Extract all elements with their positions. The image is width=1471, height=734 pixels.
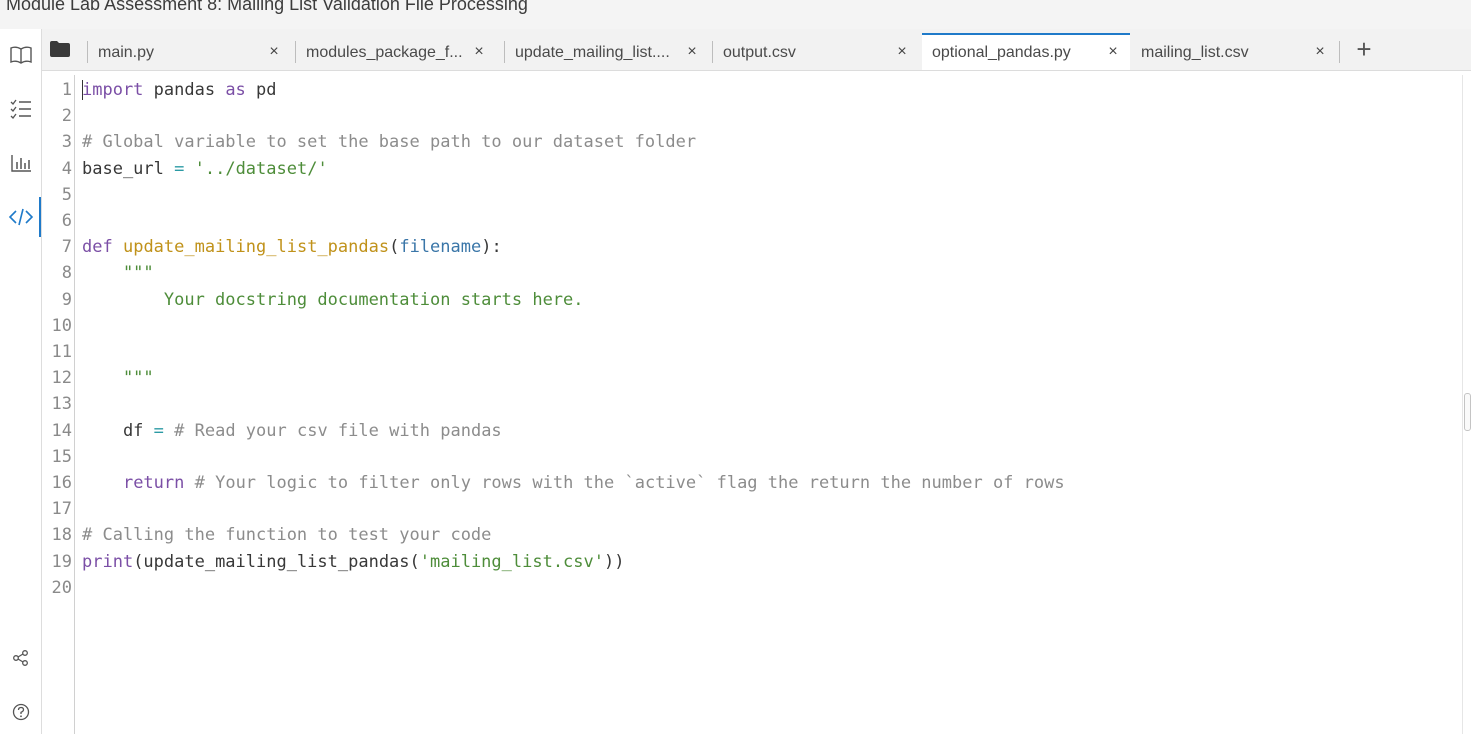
line-number: 9 bbox=[61, 289, 72, 310]
close-icon[interactable]: × bbox=[893, 43, 911, 61]
tab-label: mailing_list.csv bbox=[1141, 44, 1249, 61]
tab-label: output.csv bbox=[723, 44, 796, 61]
line-number: 13 bbox=[51, 394, 72, 415]
close-icon[interactable]: × bbox=[683, 43, 701, 61]
tab-label: modules_package_f... bbox=[306, 44, 463, 61]
tab-update-mailing-list[interactable]: update_mailing_list.... × bbox=[505, 35, 709, 71]
share-icon[interactable] bbox=[0, 640, 42, 676]
code-token: # Global variable to set the base path t… bbox=[82, 132, 697, 153]
code-line[interactable]: """ bbox=[82, 260, 154, 286]
tab-optional-pandas-py[interactable]: optional_pandas.py × bbox=[922, 33, 1130, 70]
tab-mailing-list-csv[interactable]: mailing_list.csv × bbox=[1131, 35, 1337, 71]
close-icon[interactable]: × bbox=[1311, 43, 1329, 61]
code-token: pandas bbox=[143, 80, 226, 100]
tab-label: update_mailing_list.... bbox=[515, 44, 670, 61]
line-number: 2 bbox=[61, 106, 72, 127]
checklist-icon[interactable] bbox=[0, 91, 42, 127]
line-number: 6 bbox=[61, 211, 72, 231]
code-line[interactable]: """ bbox=[82, 365, 154, 391]
tab-label: main.py bbox=[98, 44, 155, 61]
line-number: 15 bbox=[51, 446, 72, 467]
code-line[interactable]: # Global variable to set the base path t… bbox=[82, 129, 696, 155]
code-line[interactable]: Your docstring documentation starts here… bbox=[82, 287, 584, 313]
code-token: base_url bbox=[82, 158, 175, 179]
code-token: as bbox=[225, 80, 246, 100]
left-rail bbox=[0, 29, 42, 734]
code-token: = bbox=[174, 158, 185, 179]
close-icon[interactable]: × bbox=[265, 43, 283, 61]
code-editor[interactable]: 1 2 3 4 5 6 7 8 9 10 11 12 13 14 15 16 17 18 19 20 import p… bbox=[42, 75, 1462, 734]
line-number: 20 bbox=[51, 577, 72, 598]
code-token: return bbox=[122, 473, 185, 493]
close-icon[interactable]: × bbox=[470, 43, 488, 61]
window-title: Module Lab Assessment 8: Mailing List Va… bbox=[6, 0, 528, 14]
tab-separator bbox=[1339, 41, 1340, 63]
add-tab-button[interactable]: + bbox=[1351, 34, 1377, 64]
line-number: 17 bbox=[51, 499, 72, 520]
code-token: Your docstring documentation starts here… bbox=[82, 289, 584, 310]
line-number: 14 bbox=[51, 420, 72, 441]
code-token: update_mailing_list_pandas bbox=[122, 237, 390, 258]
line-number: 12 bbox=[51, 368, 72, 389]
code-line[interactable]: import pandas as pd bbox=[82, 77, 277, 103]
code-token: import bbox=[82, 80, 144, 100]
code-line[interactable]: base_url = '../dataset/' bbox=[82, 156, 328, 182]
line-number: 11 bbox=[51, 342, 72, 362]
line-number: 3 bbox=[61, 132, 72, 153]
code-token: def bbox=[82, 237, 113, 258]
tab-main-py[interactable]: main.py × bbox=[88, 35, 291, 71]
code-token: '../dataset/' bbox=[194, 158, 328, 179]
help-icon[interactable] bbox=[0, 694, 42, 730]
code-line[interactable]: print(update_mailing_list_pandas('mailin… bbox=[82, 549, 624, 575]
code-token: ( bbox=[389, 237, 400, 258]
code-token: # Read your csv file with pandas bbox=[174, 420, 502, 441]
tab-modules-package[interactable]: modules_package_f... × bbox=[296, 35, 496, 71]
line-number: 1 bbox=[61, 80, 72, 100]
code-token: # Calling the function to test your code bbox=[82, 525, 492, 546]
scrollbar-handle[interactable] bbox=[1464, 393, 1471, 431]
bar-chart-icon[interactable] bbox=[0, 145, 42, 181]
code-token: # Your logic to filter only rows with th… bbox=[194, 473, 1065, 493]
code-token: """ bbox=[82, 368, 154, 389]
close-icon[interactable]: × bbox=[1104, 43, 1122, 61]
code-line[interactable]: return # Your logic to filter only rows … bbox=[82, 470, 1065, 496]
book-icon[interactable] bbox=[0, 37, 42, 73]
code-token: pd bbox=[245, 80, 277, 100]
code-line[interactable]: def update_mailing_list_pandas(filename)… bbox=[82, 234, 502, 260]
code-token: filename bbox=[399, 237, 482, 258]
code-line[interactable]: df = # Read your csv file with pandas bbox=[82, 418, 502, 444]
tab-bar: main.py × modules_package_f... × update_… bbox=[42, 29, 1471, 71]
line-number: 16 bbox=[51, 473, 72, 493]
tab-label: optional_pandas.py bbox=[932, 43, 1071, 61]
line-number: 8 bbox=[61, 263, 72, 284]
code-token: = bbox=[153, 420, 164, 441]
tab-output-csv[interactable]: output.csv × bbox=[713, 35, 919, 71]
code-token: (update_mailing_list_pandas( bbox=[133, 551, 420, 572]
code-token: )) bbox=[604, 551, 625, 572]
line-number: 4 bbox=[61, 158, 72, 179]
line-number: 10 bbox=[51, 315, 72, 336]
window-titlebar: Module Lab Assessment 8: Mailing List Va… bbox=[0, 0, 1471, 29]
line-number: 5 bbox=[61, 184, 72, 205]
line-number: 7 bbox=[61, 237, 72, 258]
code-icon[interactable] bbox=[0, 199, 42, 235]
line-number: 18 bbox=[51, 525, 72, 546]
code-token: df bbox=[82, 420, 154, 441]
code-token: 'mailing_list.csv' bbox=[419, 551, 604, 572]
code-token: ): bbox=[481, 237, 502, 258]
vertical-scrollbar[interactable] bbox=[1462, 75, 1471, 734]
code-token: print bbox=[82, 551, 134, 572]
active-indicator bbox=[39, 197, 41, 237]
code-token: """ bbox=[82, 263, 154, 284]
folder-icon[interactable] bbox=[46, 37, 74, 61]
code-line[interactable]: # Calling the function to test your code bbox=[82, 522, 491, 548]
line-number: 19 bbox=[51, 551, 72, 572]
line-number-gutter: 1 2 3 4 5 6 7 8 9 10 11 12 13 14 15 16 17 18 19 20 bbox=[42, 75, 75, 734]
